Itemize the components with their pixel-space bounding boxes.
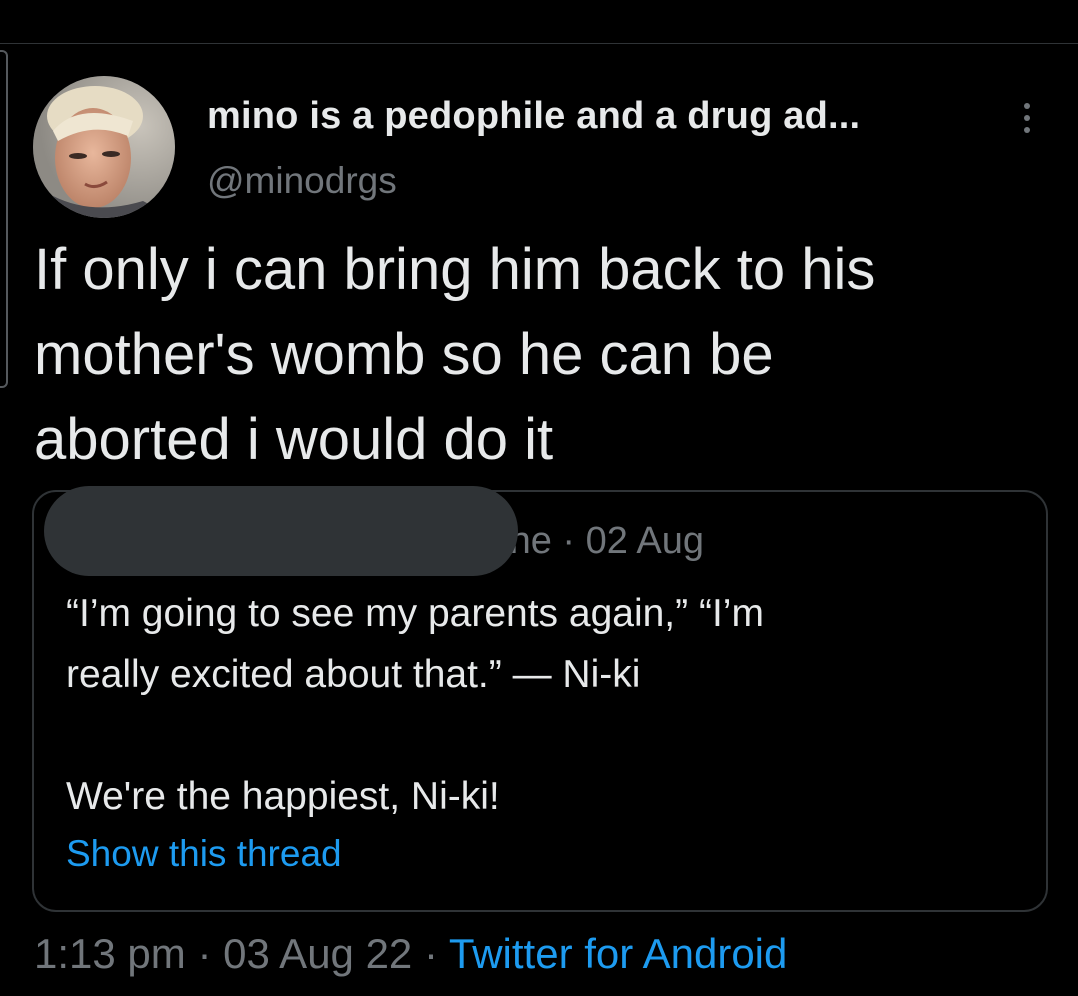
quoted-tweet-text: “I’m going to see my parents again,” “I’…: [66, 592, 764, 696]
tweet-source-link[interactable]: Twitter for Android: [449, 930, 787, 977]
tweet-text: If only i can bring him back to his moth…: [34, 237, 876, 472]
quoted-tweet-meta: ne · 02 Aug: [502, 520, 704, 562]
user-handle[interactable]: @minodrgs: [207, 160, 397, 202]
show-thread-link[interactable]: Show this thread: [66, 833, 342, 875]
quoted-tweet-text-2: We're the happiest, Ni-ki!: [66, 775, 500, 818]
avatar-image: [33, 76, 175, 218]
avatar[interactable]: [33, 76, 175, 218]
top-divider: [0, 43, 1078, 44]
scroll-indicator: [0, 50, 8, 388]
display-name[interactable]: mino is a pedophile and a drug ad...: [207, 95, 860, 138]
tweet-date: 03 Aug 22: [223, 930, 413, 977]
tweet-time: 1:13 pm: [34, 930, 186, 977]
separator: ·: [197, 930, 212, 977]
timestamp-row: 1:13 pm · 03 Aug 22 · Twitter for Androi…: [34, 930, 787, 978]
separator: ·: [423, 930, 438, 977]
more-vertical-icon[interactable]: [1012, 97, 1042, 139]
redaction-blob: [44, 486, 518, 576]
